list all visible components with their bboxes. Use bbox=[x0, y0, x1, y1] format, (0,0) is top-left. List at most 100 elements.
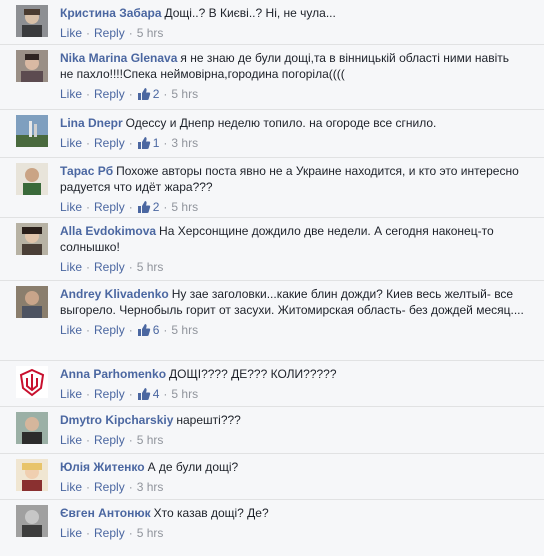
like-count-value: 6 bbox=[152, 323, 160, 337]
comment-body: Похоже авторы поста явно не а Украине на… bbox=[60, 164, 519, 194]
comment-timestamp[interactable]: 5 hrs bbox=[137, 260, 164, 274]
comment-timestamp[interactable]: 3 hrs bbox=[137, 480, 164, 494]
comment-timestamp[interactable]: 5 hrs bbox=[137, 26, 164, 40]
separator: · bbox=[128, 526, 133, 540]
like-link[interactable]: Like bbox=[60, 136, 82, 150]
separator: · bbox=[86, 387, 91, 401]
reply-link[interactable]: Reply bbox=[94, 387, 125, 401]
comment-item: Кристина Забара Дощі..? В Києві..? Ні, не… bbox=[0, 0, 544, 44]
comment-author[interactable]: Юлія Житенко bbox=[60, 460, 145, 474]
comment-author[interactable]: Nika Marina Glenava bbox=[60, 51, 177, 65]
reply-link[interactable]: Reply bbox=[94, 260, 125, 274]
comment-body: А де були дощі? bbox=[147, 460, 239, 474]
comment-actions: Like · Reply · 3 hrs bbox=[60, 479, 524, 495]
comment-timestamp[interactable]: 5 hrs bbox=[171, 87, 198, 101]
avatar[interactable] bbox=[16, 223, 48, 255]
separator: · bbox=[86, 433, 91, 447]
comment-item: Тарас Рб Похоже авторы поста явно не а Ук… bbox=[0, 157, 544, 217]
comment-body: ДОЩІ???? ДЕ??? КОЛИ????? bbox=[169, 367, 337, 381]
comment-text: Andrey Klivadenko Ну зае заголовки...каки… bbox=[60, 286, 524, 318]
reply-link[interactable]: Reply bbox=[94, 526, 125, 540]
comment-timestamp[interactable]: 5 hrs bbox=[171, 323, 198, 337]
like-count[interactable]: 1 bbox=[137, 136, 159, 150]
avatar[interactable] bbox=[16, 163, 48, 195]
reply-link[interactable]: Reply bbox=[94, 433, 125, 447]
comment-body: Дощі..? В Києві..? Ні, не чула... bbox=[164, 6, 336, 20]
like-count-value: 4 bbox=[152, 387, 160, 401]
user-photo-icon bbox=[16, 286, 48, 318]
avatar[interactable] bbox=[16, 286, 48, 318]
comment-text: Lina Dnepr Одессу и Днепр неделю топило. … bbox=[60, 115, 524, 131]
comment-timestamp[interactable]: 5 hrs bbox=[137, 526, 164, 540]
comment-body: Хто казав дощі? Де? bbox=[153, 506, 269, 520]
like-link[interactable]: Like bbox=[60, 387, 82, 401]
separator: · bbox=[128, 260, 133, 274]
avatar[interactable] bbox=[16, 505, 48, 537]
reply-link[interactable]: Reply bbox=[94, 323, 125, 337]
like-count-value: 2 bbox=[152, 200, 160, 214]
separator: · bbox=[128, 87, 133, 101]
comment-author[interactable]: Євген Антонюк bbox=[60, 506, 151, 520]
avatar[interactable] bbox=[16, 50, 48, 82]
like-link[interactable]: Like bbox=[60, 26, 82, 40]
comment-actions: Like · Reply · 6 · 5 hrs bbox=[60, 322, 524, 338]
comments-list: Кристина Забара Дощі..? В Києві..? Ні, не… bbox=[0, 0, 544, 556]
like-link[interactable]: Like bbox=[60, 526, 82, 540]
like-count[interactable]: 4 bbox=[137, 387, 160, 401]
reply-link[interactable]: Reply bbox=[94, 480, 125, 494]
avatar[interactable] bbox=[16, 366, 48, 398]
comment-timestamp[interactable]: 5 hrs bbox=[171, 200, 198, 214]
comment-text: Nika Marina Glenava я не знаю де були дощ… bbox=[60, 50, 524, 82]
like-thumb-icon bbox=[137, 201, 150, 213]
separator: · bbox=[128, 136, 133, 150]
like-count[interactable]: 2 bbox=[137, 200, 160, 214]
like-count[interactable]: 2 bbox=[137, 87, 159, 101]
like-link[interactable]: Like bbox=[60, 200, 82, 214]
comment-text: Anna Parhomenko ДОЩІ???? ДЕ??? КОЛИ????? bbox=[60, 366, 524, 382]
comment-author[interactable]: Dmytro Kipcharskiy bbox=[60, 413, 173, 427]
comment-text: Тарас Рб Похоже авторы поста явно не а Ук… bbox=[60, 163, 524, 195]
comment-timestamp[interactable]: 5 hrs bbox=[171, 387, 198, 401]
comment-actions: Like · Reply · 5 hrs bbox=[60, 525, 524, 541]
avatar[interactable] bbox=[16, 115, 48, 147]
comment-author[interactable]: Кристина Забара bbox=[60, 6, 162, 20]
reply-link[interactable]: Reply bbox=[94, 136, 125, 150]
comment-item: Юлія Житенко А де були дощі? Like · Reply · 3 … bbox=[0, 453, 544, 499]
avatar[interactable] bbox=[16, 5, 48, 37]
comment-timestamp[interactable]: 5 hrs bbox=[137, 433, 164, 447]
comment-author[interactable]: Lina Dnepr bbox=[60, 116, 123, 130]
comment-actions: Like · Reply · 4 · 5 hrs bbox=[60, 386, 524, 402]
user-photo-icon bbox=[16, 5, 48, 37]
like-link[interactable]: Like bbox=[60, 87, 82, 101]
reply-link[interactable]: Reply bbox=[94, 87, 125, 101]
comment-actions: Like · Reply · 2 · 5 hrs bbox=[60, 199, 524, 215]
comment-author[interactable]: Andrey Klivadenko bbox=[60, 287, 169, 301]
like-link[interactable]: Like bbox=[60, 480, 82, 494]
separator: · bbox=[128, 26, 133, 40]
separator: · bbox=[163, 387, 168, 401]
separator: · bbox=[86, 26, 91, 40]
reply-link[interactable]: Reply bbox=[94, 26, 125, 40]
separator: · bbox=[163, 136, 168, 150]
avatar[interactable] bbox=[16, 412, 48, 444]
comment-actions: Like · Reply · 5 hrs bbox=[60, 259, 524, 275]
avatar[interactable] bbox=[16, 459, 48, 491]
separator: · bbox=[86, 526, 91, 540]
reply-link[interactable]: Reply bbox=[94, 200, 125, 214]
comment-author[interactable]: Anna Parhomenko bbox=[60, 367, 166, 381]
like-count[interactable]: 6 bbox=[137, 323, 160, 337]
like-link[interactable]: Like bbox=[60, 323, 82, 337]
comment-author[interactable]: Тарас Рб bbox=[60, 164, 113, 178]
like-thumb-icon bbox=[137, 137, 150, 149]
user-photo-icon bbox=[16, 115, 48, 147]
separator: · bbox=[128, 433, 133, 447]
separator: · bbox=[128, 480, 133, 494]
comment-author[interactable]: Alla Evdokimova bbox=[60, 224, 156, 238]
comment-item: Alla Evdokimova На Херсонщине дождило две… bbox=[0, 217, 544, 280]
like-link[interactable]: Like bbox=[60, 433, 82, 447]
separator: · bbox=[163, 87, 168, 101]
user-photo-icon bbox=[16, 505, 48, 537]
comment-timestamp[interactable]: 3 hrs bbox=[171, 136, 198, 150]
comment-item: Lina Dnepr Одессу и Днепр неделю топило. … bbox=[0, 109, 544, 157]
like-link[interactable]: Like bbox=[60, 260, 82, 274]
